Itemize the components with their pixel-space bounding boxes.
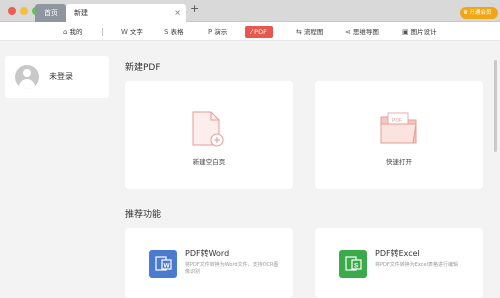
quick-open-label: 快速打开 [386,158,412,166]
new-pdf-title: 新建PDF [125,63,161,73]
pdf-to-excel-card[interactable]: S PDF转Excel 将PDF文件转换为Excel表格进行编辑 [315,228,483,298]
close-window-button[interactable] [8,7,16,15]
quick-open-card[interactable]: PDF 快速打开 [315,81,483,189]
member-button-label: 开通会员 [469,10,492,16]
tool-image-design[interactable]: ▣ 图片设计 [402,26,437,38]
category-toolbar: ⌂ 我的 W 文字 S 表格 P 演示 ⁄ PDF ⇆ 流程图 ⋖ 思维导图 ▣ 图片设计 [0,22,500,41]
tool-flowchart-label: 流程图 [303,28,324,36]
member-button[interactable]: ♛开通会员 [460,7,498,19]
tool-mindmap[interactable]: ⋖ 思维导图 [345,26,379,38]
scrollbar[interactable] [494,60,497,152]
tool-mine[interactable]: ⌂ 我的 [63,26,82,38]
svg-text:W: W [164,263,171,270]
blank-page-icon [192,111,224,147]
tab-new-label: 新建 [74,9,88,17]
new-blank-page-card[interactable]: 新建空白页 [125,81,293,189]
flowchart-icon: ⇆ [296,28,302,36]
avatar-head [23,69,31,77]
avatar-body [19,79,35,89]
tool-image-design-label: 图片设计 [410,28,437,36]
folder-badge: PDF [392,118,402,124]
tool-table-label: 表格 [170,28,184,36]
recommend-title: 推荐功能 [125,210,162,220]
folder-icon: PDF [380,112,417,144]
avatar [15,65,39,89]
presentation-icon: P [208,28,213,36]
close-icon[interactable]: × [174,4,181,22]
add-tab-button[interactable]: + [190,2,199,15]
pdf-to-word-title: PDF转Word [185,249,230,258]
spreadsheet-icon: S [164,28,169,36]
image-icon: ▣ [402,28,409,36]
toolbar-divider [102,28,103,36]
word-icon: W [149,250,177,278]
tool-flowchart[interactable]: ⇆ 流程图 [296,26,323,38]
tool-present-label: 演示 [214,28,228,36]
tool-writer-label: 文字 [129,28,143,36]
pdf-to-word-desc: 将PDF文件转换为Word文件，支持OCR图像识别 [185,262,279,275]
login-status[interactable]: 未登录 [49,71,73,82]
home-icon: ⌂ [63,28,68,36]
writer-icon: W [121,28,128,36]
excel-icon: S [339,250,367,278]
tab-new[interactable]: 新建 × [66,4,186,22]
tool-writer[interactable]: W 文字 [121,26,143,38]
tool-pdf[interactable]: ⁄ PDF [245,26,273,38]
tab-home[interactable]: 首页 [35,4,66,22]
pdf-icon: ⁄ [251,28,253,36]
tool-mindmap-label: 思维导图 [352,28,379,36]
pdf-to-excel-title: PDF转Excel [375,249,420,258]
tool-present[interactable]: P 演示 [208,26,227,38]
pdf-to-excel-desc: 将PDF文件转换为Excel表格进行编辑 [375,262,458,268]
tool-mine-label: 我的 [69,28,83,36]
crown-icon: ♛ [463,9,469,16]
title-bar: 首页 新建 × + ♛开通会员 [0,0,500,22]
minimize-window-button[interactable] [20,7,28,15]
tab-home-label: 首页 [44,9,58,17]
svg-text:S: S [354,263,359,270]
tool-table[interactable]: S 表格 [164,26,183,38]
pdf-to-word-card[interactable]: W PDF转Word 将PDF文件转换为Word文件，支持OCR图像识别 [125,228,293,298]
tool-pdf-label: PDF [254,28,267,36]
user-card[interactable]: 未登录 [5,56,109,98]
mindmap-icon: ⋖ [345,28,351,36]
new-blank-page-label: 新建空白页 [192,158,226,166]
